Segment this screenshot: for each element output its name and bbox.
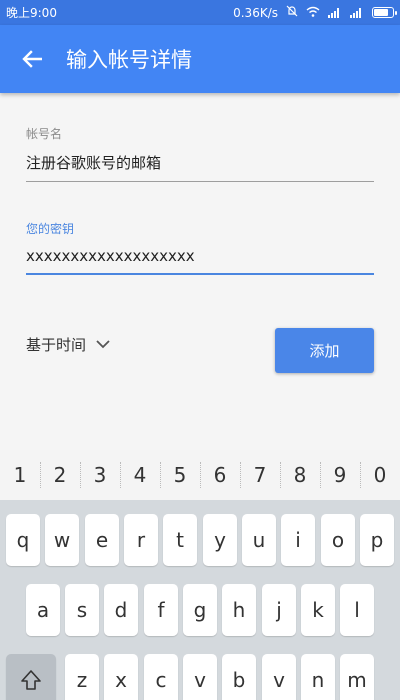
key-n[interactable]: n [301, 654, 335, 700]
add-button[interactable]: 添加 [275, 328, 374, 373]
account-name-input[interactable]: 注册谷歌账号的邮箱 [26, 142, 374, 182]
page-title: 输入帐号详情 [66, 48, 192, 72]
app-bar: 输入帐号详情 [0, 25, 400, 93]
key-h[interactable]: h [222, 584, 256, 636]
key-w[interactable]: w [45, 514, 79, 566]
key-r[interactable]: r [124, 514, 158, 566]
key-u[interactable]: u [242, 514, 276, 566]
key-x[interactable]: x [104, 654, 138, 700]
key-d[interactable]: d [104, 584, 138, 636]
key-p[interactable]: p [360, 514, 394, 566]
key-6[interactable]: 6 [200, 450, 240, 500]
shift-key[interactable] [6, 654, 56, 700]
arrow-left-icon [22, 50, 42, 68]
key-g[interactable]: g [183, 584, 217, 636]
network-speed: 0.36K/s [233, 5, 278, 20]
signal-icon-2 [350, 7, 364, 18]
key-i[interactable]: i [281, 514, 315, 566]
status-icons: 0.36K/s [233, 5, 397, 20]
signal-icon-1 [328, 7, 342, 18]
chevron-down-icon [96, 340, 110, 349]
key-y[interactable]: y [203, 514, 237, 566]
key-o[interactable]: o [321, 514, 355, 566]
key-v2[interactable]: v [262, 654, 296, 700]
key-s[interactable]: s [65, 584, 99, 636]
key-2[interactable]: 2 [40, 450, 80, 500]
key-1[interactable]: 1 [0, 450, 40, 500]
account-name-field: 帐号名 注册谷歌账号的邮箱 [26, 125, 374, 182]
key-a[interactable]: a [26, 584, 60, 636]
wifi-icon [306, 6, 320, 20]
keyboard-number-row: 1 2 3 4 5 6 7 8 9 0 [0, 450, 400, 500]
key-f[interactable]: f [144, 584, 178, 636]
status-bar: 晚上9:00 0.36K/s [0, 0, 400, 25]
key-z[interactable]: z [65, 654, 99, 700]
key-4[interactable]: 4 [120, 450, 160, 500]
secret-key-label: 您的密钥 [26, 222, 75, 236]
key-9[interactable]: 9 [320, 450, 360, 500]
key-t[interactable]: t [163, 514, 197, 566]
key-e[interactable]: e [85, 514, 119, 566]
key-q[interactable]: q [6, 514, 40, 566]
account-name-label: 帐号名 [26, 127, 63, 141]
key-0[interactable]: 0 [360, 450, 400, 500]
key-j[interactable]: j [262, 584, 296, 636]
key-type-dropdown[interactable]: 基于时间 [26, 334, 110, 355]
battery-icon [372, 7, 397, 18]
key-v[interactable]: v [183, 654, 217, 700]
secret-key-input[interactable]: xxxxxxxxxxxxxxxxxxx [26, 237, 374, 275]
key-m[interactable]: m [340, 654, 374, 700]
key-l[interactable]: l [340, 584, 374, 636]
key-3[interactable]: 3 [80, 450, 120, 500]
back-button[interactable] [0, 25, 64, 93]
key-8[interactable]: 8 [280, 450, 320, 500]
key-7[interactable]: 7 [240, 450, 280, 500]
shift-arrow-icon [21, 670, 41, 690]
mute-bell-icon [286, 5, 298, 20]
key-k[interactable]: k [301, 584, 335, 636]
soft-keyboard: 1 2 3 4 5 6 7 8 9 0 q w e r t y u i o p … [0, 450, 400, 700]
key-c[interactable]: c [144, 654, 178, 700]
key-5[interactable]: 5 [160, 450, 200, 500]
key-type-selected: 基于时间 [26, 336, 87, 354]
status-time: 晚上9:00 [6, 6, 57, 20]
secret-key-field: 您的密钥 xxxxxxxxxxxxxxxxxxx [26, 220, 374, 275]
key-b[interactable]: b [222, 654, 256, 700]
